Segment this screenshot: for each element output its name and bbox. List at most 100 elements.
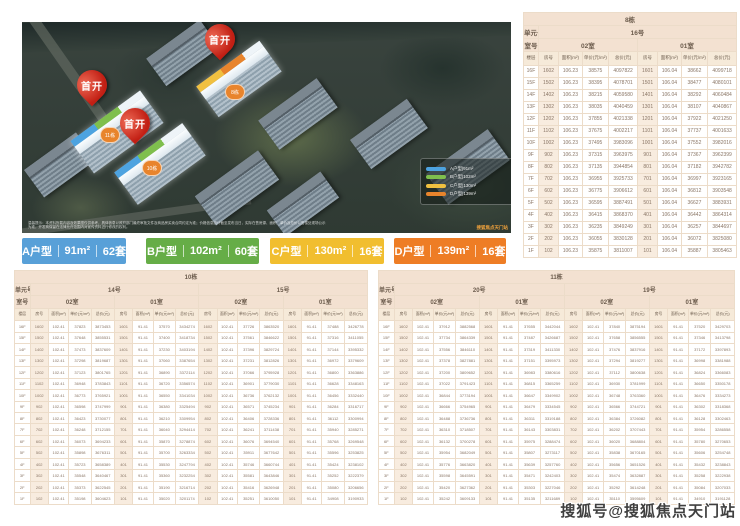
table-cell: 35780 [688, 435, 710, 446]
table-cell: 35870 [153, 435, 175, 446]
table-row: 9F902106.23373153963975901106.0437367396… [524, 149, 737, 161]
table-cell: 3626948 [260, 481, 283, 492]
table-cell: 37520 [688, 321, 710, 332]
table-cell: 91.41 [133, 424, 153, 435]
table-cell: 02室 [30, 296, 114, 309]
table-cell: 36998 [688, 355, 710, 366]
table-cell: 37476 [603, 344, 625, 355]
table-cell: 1402 [538, 89, 558, 101]
table-cell: 36598 [69, 401, 91, 412]
table-cell: 3413798 [711, 332, 735, 343]
table-cell: 91.41 [668, 367, 689, 378]
table-cell: 35471 [518, 470, 540, 481]
table-cell: 4F [15, 458, 31, 469]
table-cell: 1302 [564, 355, 583, 366]
table-cell: 38292 [681, 89, 708, 101]
table-cell: 3429703 [711, 321, 735, 332]
table-cell: 1201 [114, 367, 132, 378]
table-cell: 总价(元) [541, 308, 564, 321]
table-cell: 01室 [649, 296, 734, 309]
table-cell: 1601 [114, 321, 132, 332]
table-cell: 3F [15, 470, 31, 481]
table-cell: 102.41 [48, 378, 68, 389]
table-cell: 102.41 [583, 470, 604, 481]
table-cell: 3694233 [91, 435, 114, 446]
table-cell: 8F [379, 413, 395, 424]
table-row: 14F1402102.41375563846110140191.41373193… [379, 344, 735, 355]
table-cell: 102.41 [48, 401, 68, 412]
table-row: 16F1602102.41378233873453160191.41375703… [15, 321, 368, 332]
table-cell: 36628 [322, 378, 344, 389]
table-cell: 201 [649, 481, 668, 492]
table-cell: 36955 [582, 173, 609, 185]
table-cell: 502 [564, 447, 583, 458]
table-cell: 总价(元) [626, 308, 649, 321]
table-cell: 房号 [649, 308, 668, 321]
table-row: 15F1502106.233839540787011501106.0438477… [524, 77, 737, 89]
table-cell: 106.04 [658, 77, 681, 89]
table-cell: 91.41 [301, 413, 321, 424]
table-cell: 902 [564, 401, 583, 412]
table-cell: 3849249 [609, 221, 638, 233]
table-cell: 37655 [518, 321, 540, 332]
table-cell: 106.04 [658, 113, 681, 125]
table-cell: 1201 [479, 367, 498, 378]
table-cell: 37230 [153, 344, 175, 355]
table-cell: 16号 [538, 26, 736, 39]
table-cell: 702 [30, 424, 48, 435]
table-cell: 1502 [199, 332, 217, 343]
table-cell: 3829724 [260, 344, 283, 355]
table-cell: 1002 [199, 390, 217, 401]
table-cell: 91.41 [668, 321, 689, 332]
table-cell: 4059580 [609, 89, 638, 101]
table-cell: 5F [15, 447, 31, 458]
table-cell: 15F [379, 332, 395, 343]
table-row: 12F1202102.41372003809652120191.41369833… [379, 367, 735, 378]
table-cell: 102.41 [583, 367, 604, 378]
table-cell: 102.41 [583, 355, 604, 366]
table-cell: 35258 [688, 470, 710, 481]
table-cell: 801 [649, 413, 668, 424]
table-cell: 106.04 [658, 101, 681, 113]
table-cell: 3411330 [541, 344, 564, 355]
table-cell: 1501 [637, 77, 657, 89]
table-cell: 802 [564, 413, 583, 424]
table-cell: 37840 [603, 321, 625, 332]
table-cell: 106.23 [559, 245, 582, 257]
table-cell: 37294 [603, 355, 625, 366]
table-cell: 36773 [69, 390, 91, 401]
table-cell: 3395332 [344, 344, 367, 355]
table-cell: 单价(元/m²) [69, 308, 91, 321]
table-cell: 91.41 [498, 470, 519, 481]
table-cell: 3844697 [708, 221, 737, 233]
table-cell: 901 [649, 401, 668, 412]
table-cell: 36241 [238, 424, 260, 435]
page-watermark: 搜狐号@搜狐焦点天门站 [560, 500, 736, 521]
table-cell: 单价(元/m²) [518, 308, 540, 321]
table-cell: 35911 [238, 447, 260, 458]
table-cell: 3730077 [91, 413, 114, 424]
table-row: 13F1302102.41373783827881130191.41371513… [379, 355, 735, 366]
table-cell: 3403194 [175, 344, 198, 355]
table-cell: 19号 [564, 283, 734, 296]
table-cell: 701 [637, 173, 657, 185]
table-cell: 802 [199, 413, 217, 424]
table-cell: 91.41 [668, 470, 689, 481]
table-cell: 102.41 [217, 390, 237, 401]
table-cell: 3227046 [541, 481, 564, 492]
table-cell: 91.41 [133, 481, 153, 492]
table-cell: 01室 [479, 296, 564, 309]
table-cell: 1402 [564, 344, 583, 355]
table-cell: 房号 [199, 308, 217, 321]
table-cell: 502 [538, 197, 558, 209]
banner-count: 16套 [359, 243, 382, 259]
table-cell: 总价(元) [260, 308, 283, 321]
table-cell: 单价(元/m²) [681, 52, 708, 65]
table-cell: 37316 [322, 332, 344, 343]
table-cell: 106.04 [658, 245, 681, 257]
table-row: 8F802106.23371353944854801106.0437182394… [524, 161, 737, 173]
table-cell: 1302 [199, 355, 217, 366]
table-cell: 36890 [153, 367, 175, 378]
table-cell: 91.41 [301, 367, 321, 378]
table-cell: 3332440 [344, 390, 367, 401]
